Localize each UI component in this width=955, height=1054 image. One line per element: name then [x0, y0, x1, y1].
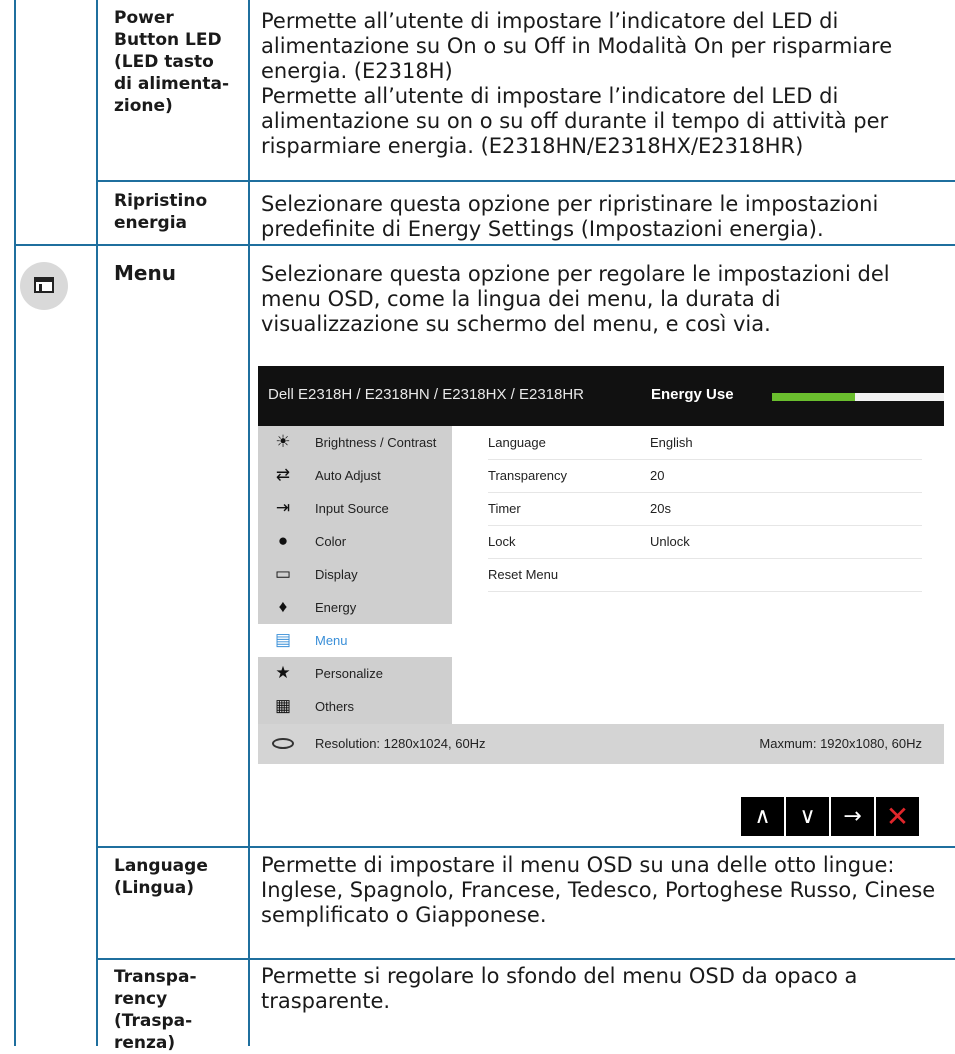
osd-item-others[interactable]: ▦ Others — [258, 690, 452, 723]
menu-window-icon — [20, 262, 68, 310]
osd-item-brightness-contrast[interactable]: ☀ Brightness / Contrast — [258, 426, 452, 459]
osd-setting-language[interactable]: Language English — [488, 426, 922, 460]
row-name-language: Language (Lingua) — [114, 856, 208, 898]
row-desc-transparency: Permette si regolare lo sfondo del menu … — [261, 964, 858, 1013]
osd-title: Dell E2318H / E2318HN / E2318HX / E2318H… — [268, 386, 585, 403]
osd-item-personalize[interactable]: ★ Personalize — [258, 657, 452, 690]
osd-item-menu[interactable]: ▤ Menu — [258, 624, 452, 657]
row-divider — [96, 846, 955, 848]
others-icon: ▦ — [274, 696, 292, 715]
table-border-left — [14, 0, 16, 1046]
resolution-icon — [272, 738, 294, 749]
display-icon: ▭ — [274, 564, 292, 583]
osd-item-energy[interactable]: ♦ Energy — [258, 591, 452, 624]
row-name-menu: Menu — [114, 261, 176, 285]
energy-use-fill — [772, 393, 855, 401]
osd-setting-reset-menu[interactable]: Reset Menu — [488, 558, 922, 592]
osd-footer: Resolution: 1280x1024, 60Hz Maxmum: 1920… — [258, 724, 944, 764]
menu-icon: ▤ — [274, 630, 292, 649]
osd-maximum: Maxmum: 1920x1080, 60Hz — [759, 736, 922, 751]
auto-adjust-icon: ⇄ — [275, 465, 291, 484]
color-icon: ● — [277, 531, 289, 550]
energy-use-bar — [772, 393, 944, 401]
energy-use-label: Energy Use — [651, 386, 734, 403]
row-desc-menu: Selezionare questa opzione per regolare … — [261, 262, 890, 336]
down-arrow-icon[interactable]: ∨ — [786, 797, 829, 836]
up-arrow-icon[interactable]: ∧ — [741, 797, 784, 836]
row-divider — [96, 180, 955, 182]
table-divider-col1 — [96, 0, 98, 1046]
row-name-ripristino-energia: Ripristino energia — [114, 191, 208, 233]
osd-setting-lock[interactable]: Lock Unlock — [488, 525, 922, 559]
osd-setting-timer[interactable]: Timer 20s — [488, 492, 922, 526]
osd-main-menu: ☀ Brightness / Contrast ⇄ Auto Adjust ⇥ … — [258, 426, 452, 724]
row-divider — [14, 244, 955, 246]
row-desc-ripristino-energia: Selezionare questa opzione per ripristin… — [261, 192, 879, 241]
energy-icon: ♦ — [278, 597, 288, 616]
osd-setting-transparency[interactable]: Transparency 20 — [488, 459, 922, 493]
osd-item-display[interactable]: ▭ Display — [258, 558, 452, 591]
osd-item-input-source[interactable]: ⇥ Input Source — [258, 492, 452, 525]
osd-item-color[interactable]: ● Color — [258, 525, 452, 558]
osd-resolution: Resolution: 1280x1024, 60Hz — [315, 736, 486, 751]
table-divider-col2 — [248, 0, 250, 1046]
osd-menu-screenshot: Dell E2318H / E2318HN / E2318HX / E2318H… — [258, 366, 944, 764]
row-desc-language: Permette di impostare il menu OSD su una… — [261, 853, 936, 927]
osd-item-auto-adjust[interactable]: ⇄ Auto Adjust — [258, 459, 452, 492]
right-arrow-icon[interactable]: → — [831, 797, 874, 836]
row-name-transparency: Transpa- rency (Traspa- renza) — [114, 967, 197, 1053]
osd-header: Dell E2318H / E2318HN / E2318HX / E2318H… — [258, 366, 944, 426]
input-source-icon: ⇥ — [275, 498, 291, 517]
row-desc-power-button-led: Permette all’utente di impostare l’indic… — [261, 9, 893, 158]
osd-submenu: Language English Transparency 20 Timer 2… — [452, 426, 944, 724]
close-icon[interactable]: ✕ — [876, 797, 919, 836]
row-name-power-button-led: Power Button LED (LED tasto di alimenta-… — [114, 8, 230, 116]
row-divider — [96, 958, 955, 960]
sun-icon: ☀ — [275, 432, 291, 451]
star-icon: ★ — [275, 663, 291, 682]
